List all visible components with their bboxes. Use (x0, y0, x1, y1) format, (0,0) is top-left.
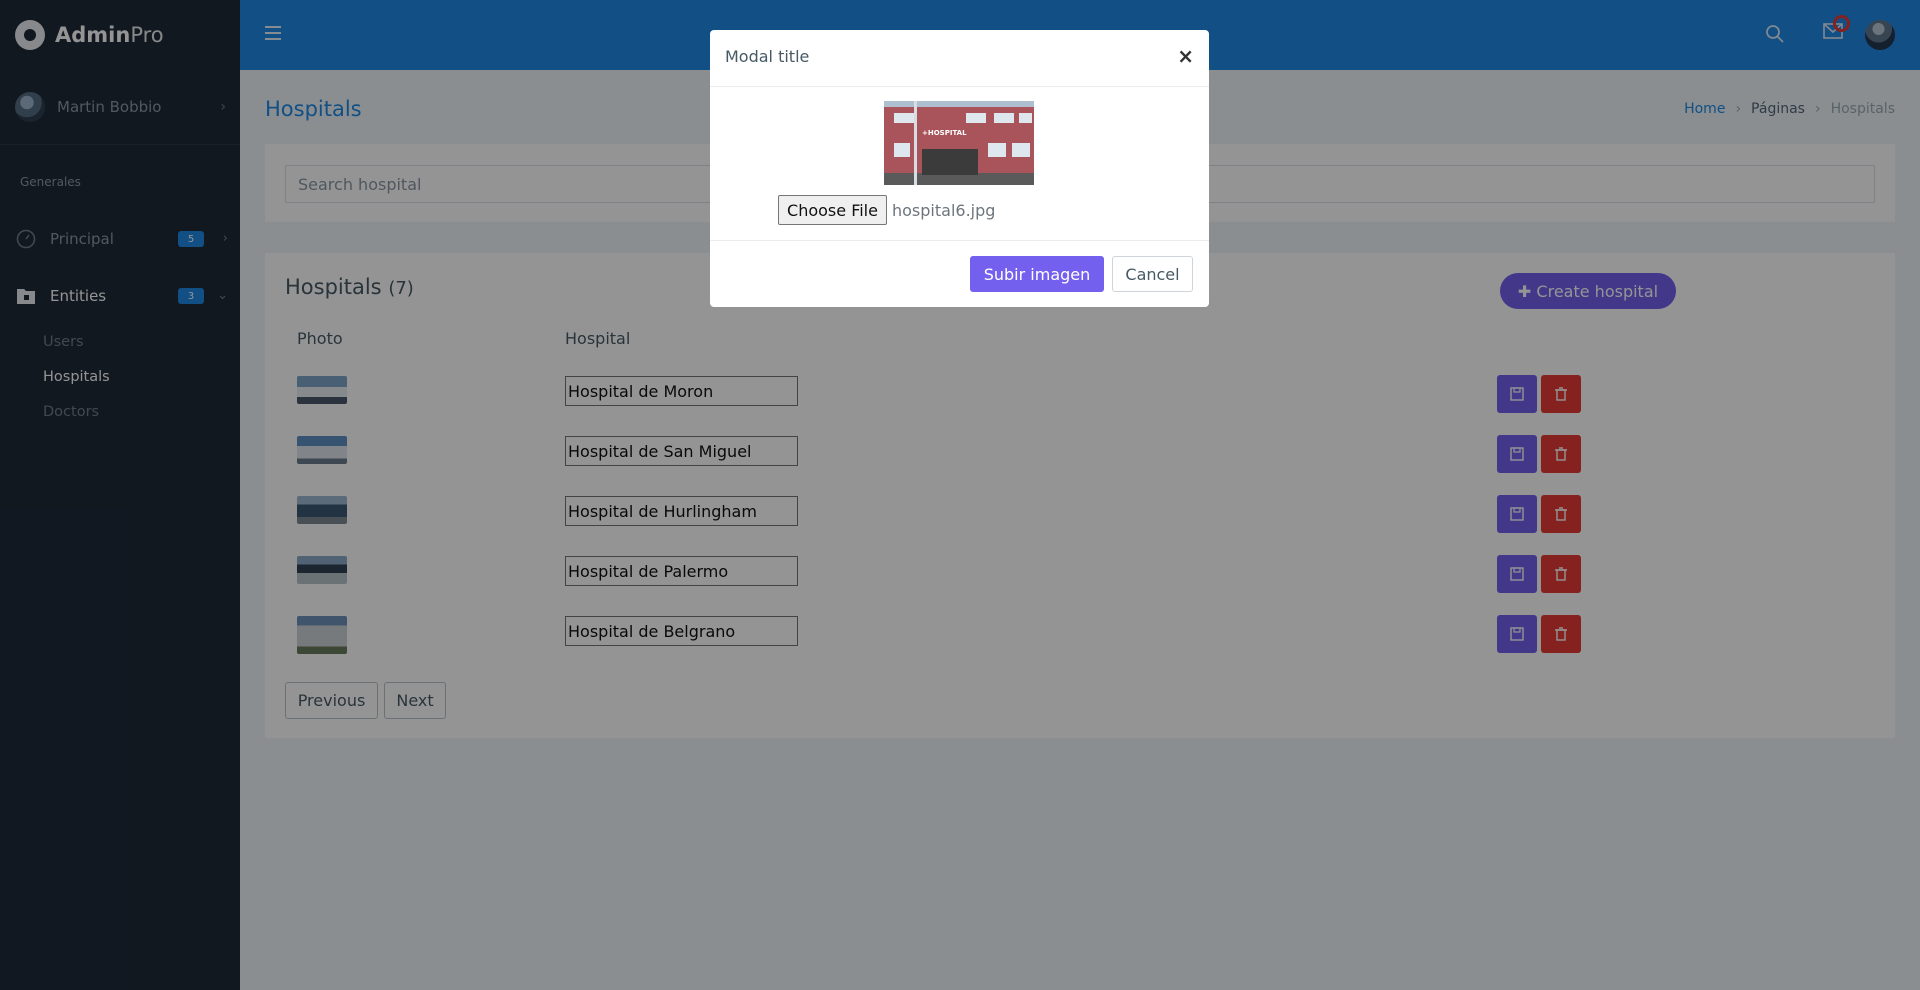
modal-body: +HOSPITAL Choose File hospital6.jpg (710, 87, 1209, 241)
modal-title: Modal title (725, 47, 810, 66)
upload-image-button[interactable]: Subir imagen (970, 256, 1104, 292)
hospital-sign: +HOSPITAL (922, 129, 967, 137)
upload-image-modal: Modal title × +HOSPITAL Choose File hosp… (710, 30, 1209, 307)
close-icon[interactable]: × (1177, 46, 1194, 66)
file-picker: Choose File hospital6.jpg (778, 195, 995, 225)
selected-file-name: hospital6.jpg (892, 200, 996, 220)
choose-file-button[interactable]: Choose File (778, 195, 887, 225)
modal-header: Modal title × (710, 30, 1209, 87)
modal-footer: Subir imagen Cancel (710, 241, 1209, 307)
image-preview: +HOSPITAL (884, 101, 1034, 185)
cancel-button[interactable]: Cancel (1112, 256, 1193, 292)
